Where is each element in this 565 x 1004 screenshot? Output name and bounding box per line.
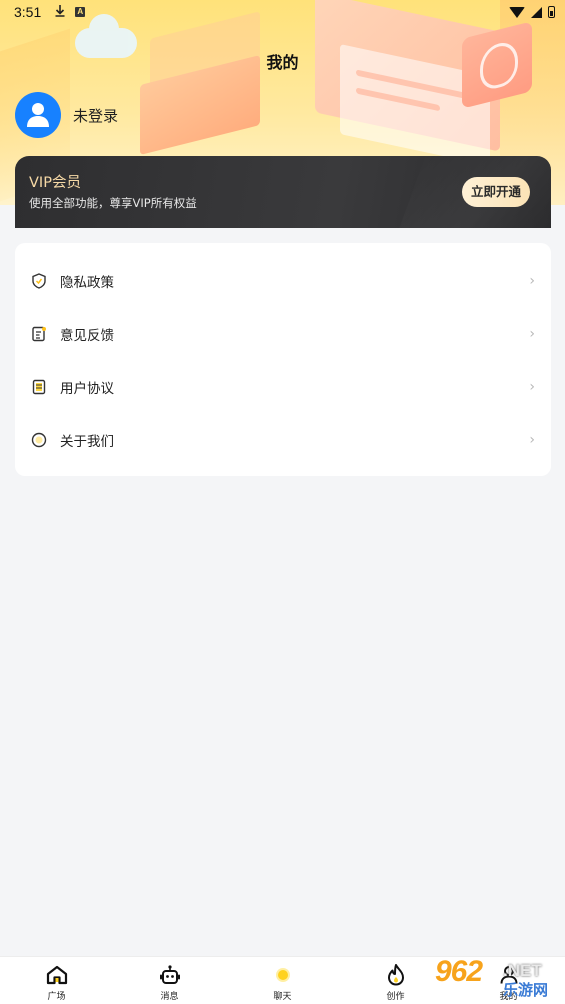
signal-icon xyxy=(531,6,542,18)
vip-activate-button[interactable]: 立即开通 xyxy=(462,177,530,207)
menu-item-feedback[interactable]: 意见反馈 › xyxy=(15,307,551,360)
menu-item-privacy-policy[interactable]: 隐私政策 › xyxy=(15,254,551,307)
status-time: 3:51 xyxy=(14,4,42,20)
nav-tab-chat[interactable]: 聊天 xyxy=(226,957,339,1004)
menu-item-user-agreement[interactable]: 用户协议 › xyxy=(15,360,551,413)
battery-icon xyxy=(548,6,555,18)
chevron-right-icon: › xyxy=(529,378,535,395)
nav-label: 我的 xyxy=(499,992,518,1002)
nav-tab-plaza[interactable]: 广场 xyxy=(0,957,113,1004)
info-circle-icon xyxy=(31,432,47,448)
nav-label: 消息 xyxy=(160,992,179,1002)
sun-dot-icon xyxy=(271,963,295,987)
nav-tab-mine[interactable]: 我的 xyxy=(452,957,565,1004)
menu-item-label: 意见反馈 xyxy=(60,327,114,344)
user-icon xyxy=(27,103,49,127)
download-icon xyxy=(55,4,65,20)
chevron-right-icon: › xyxy=(529,272,535,289)
chevron-right-icon: › xyxy=(529,325,535,342)
menu-item-about-us[interactable]: 关于我们 › xyxy=(15,413,551,466)
robot-icon xyxy=(158,963,182,987)
vip-title: VIP会员 xyxy=(29,175,81,191)
user-icon xyxy=(497,963,521,987)
vip-subtitle: 使用全部功能，尊享VIP所有权益 xyxy=(29,196,197,210)
menu-item-label: 用户协议 xyxy=(60,380,114,397)
a-notification-icon: A xyxy=(75,7,86,17)
page-title: 我的 xyxy=(266,53,299,72)
feedback-icon xyxy=(31,326,47,342)
user-login-row[interactable]: 未登录 xyxy=(15,92,118,138)
chevron-right-icon: › xyxy=(529,431,535,448)
settings-menu: 隐私政策 › 意见反馈 › 用户协议 › 关于我们 › xyxy=(15,243,551,476)
nav-tab-create[interactable]: 创作 xyxy=(339,957,452,1004)
menu-item-label: 隐私政策 xyxy=(60,274,114,291)
wifi-icon xyxy=(509,6,525,18)
flame-icon xyxy=(384,963,408,987)
nav-label: 聊天 xyxy=(273,992,292,1002)
shield-icon xyxy=(31,272,47,289)
menu-item-label: 关于我们 xyxy=(60,433,114,450)
home-icon xyxy=(45,963,69,987)
status-bar: 3:51 A xyxy=(0,0,565,24)
nav-tab-messages[interactable]: 消息 xyxy=(113,957,226,1004)
vip-banner[interactable]: VIP会员 使用全部功能，尊享VIP所有权益 立即开通 xyxy=(15,156,551,228)
login-status-label[interactable]: 未登录 xyxy=(73,105,118,126)
bottom-navigation: 广场 消息 聊天 创作 我的 xyxy=(0,956,565,1004)
avatar[interactable] xyxy=(15,92,61,138)
nav-label: 广场 xyxy=(47,992,66,1002)
document-icon xyxy=(31,379,47,395)
nav-label: 创作 xyxy=(386,992,405,1002)
